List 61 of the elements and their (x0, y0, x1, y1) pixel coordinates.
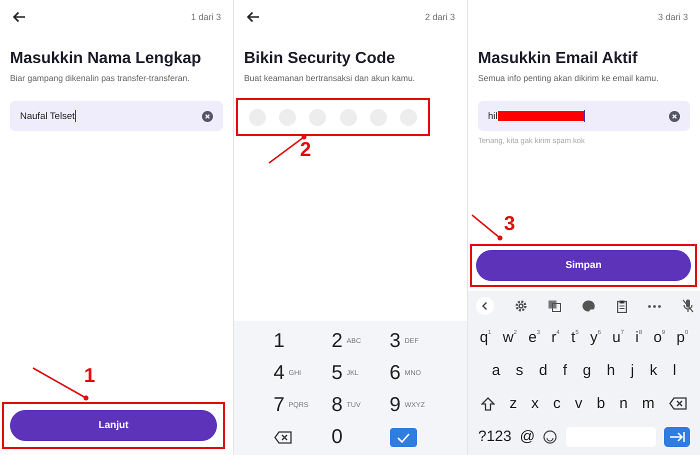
keyboard-key[interactable]: ?123 (478, 428, 512, 445)
enter-key[interactable] (664, 426, 690, 446)
page-subtitle: Buat keamanan bertransaksi dan akun kamu. (244, 73, 416, 83)
primary-button[interactable]: Lanjut (10, 410, 217, 441)
page-title: Bikin Security Code (244, 50, 396, 68)
page-subtitle: Semua info penting akan dikirim ke email kamu. (478, 73, 660, 83)
keyboard-key[interactable]: g (582, 362, 592, 379)
keyboard-key[interactable]: e$^{3}$ (528, 329, 540, 346)
keyboard-key[interactable]: @ (520, 428, 535, 445)
keyboard-key[interactable]: x (531, 395, 539, 412)
keyboard-key[interactable]: z (509, 395, 517, 412)
backspace-icon[interactable] (274, 430, 292, 444)
shift-icon[interactable] (481, 396, 496, 410)
chevron-left-icon[interactable] (476, 297, 494, 315)
settings-icon[interactable] (515, 300, 528, 312)
back-icon[interactable] (12, 11, 26, 23)
keyboard-key[interactable]: s (516, 362, 524, 379)
keyboard-key[interactable]: t$^{5}$ (571, 329, 579, 346)
more-icon[interactable] (648, 304, 661, 308)
step-counter: 1 dari 3 (190, 12, 221, 22)
step-number: 2 (300, 140, 312, 160)
keyboard-key[interactable]: a (492, 362, 500, 379)
emoji-icon[interactable] (543, 430, 558, 444)
keyboard-key[interactable]: d (538, 362, 548, 379)
step-counter: 2 dari 3 (424, 12, 455, 22)
input-field[interactable]: hil (478, 101, 690, 131)
primary-button[interactable]: Simpan (476, 250, 691, 281)
page-title: Masukkin Nama Lengkap (10, 50, 202, 68)
keyboard-key[interactable]: b (596, 395, 606, 412)
back-icon[interactable] (246, 11, 260, 23)
keyboard-key[interactable]: v (574, 395, 582, 412)
keyboard-key[interactable]: p$^{0}$ (676, 329, 688, 346)
keypad-key[interactable]: 1 (274, 330, 285, 352)
clipboard-icon[interactable] (616, 300, 627, 312)
keyboard-key[interactable]: m (642, 395, 655, 412)
keypad-key[interactable]: 0 (332, 426, 343, 448)
page-title: Masukkin Email Aktif (478, 50, 638, 68)
keyboard-key[interactable]: n (619, 395, 628, 412)
clear-icon[interactable] (202, 110, 213, 122)
keyboard-key[interactable]: q$^{1}$ (480, 329, 492, 346)
page-subtitle: Biar gampang dikenalin pas transfer-transferan. (10, 73, 191, 83)
step-counter: 3 dari 3 (658, 12, 688, 22)
keyboard-key[interactable]: r$^{4}$ (551, 329, 560, 346)
confirm-key[interactable] (390, 428, 416, 446)
keyboard-key[interactable]: h (606, 362, 616, 379)
backspace-icon[interactable] (668, 397, 687, 410)
keyboard-key[interactable]: k (650, 362, 658, 379)
keyboard-key[interactable]: w$^{2}$ (502, 329, 517, 346)
mic-off-icon[interactable] (682, 299, 694, 313)
keyboard-key[interactable]: y$^{6}$ (590, 329, 601, 346)
input-field[interactable]: Naufal Telset (10, 101, 223, 131)
keyboard-key[interactable]: j (630, 362, 634, 379)
clear-icon[interactable] (669, 110, 680, 122)
keyboard-key[interactable]: i$^{8}$ (635, 329, 642, 346)
keyboard-key[interactable]: l (672, 362, 676, 379)
keyboard-key[interactable]: c (553, 395, 561, 412)
step-number: 1 (84, 366, 96, 386)
keyboard-key[interactable]: o$^{9}$ (653, 329, 666, 346)
step-number: 3 (504, 214, 516, 234)
keyboard-key[interactable]: f (562, 362, 568, 379)
keyboard-key[interactable]: u$^{7}$ (612, 329, 624, 346)
